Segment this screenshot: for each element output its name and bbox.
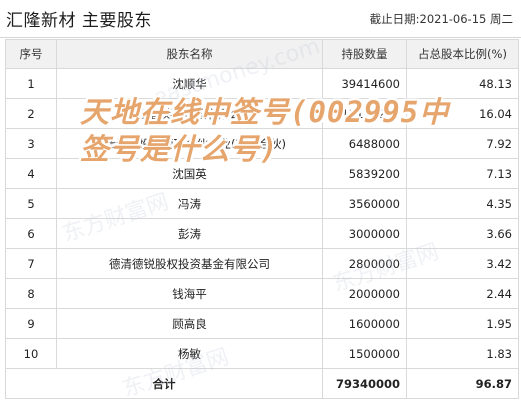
row-shares: 2000000 (322, 278, 407, 309)
row-holder-name: 德清德锐股权投资基金有限公司 (56, 248, 323, 279)
row-ratio: 7.13 (406, 158, 519, 189)
table-row: 2 浙江省英汇控股有限公司 13138200 16.04 (5, 98, 519, 129)
row-rank: 7 (5, 248, 57, 279)
row-rank: 10 (5, 338, 57, 369)
row-shares: 13138200 (322, 98, 407, 129)
table-row: 9 顾高良 1600000 1.95 (5, 308, 519, 339)
page-title: 汇隆新材 主要股东 (6, 11, 152, 31)
row-holder-name: 德清汇隆投资管理合伙企业(有限合伙) (56, 128, 323, 159)
table-row: 1 沈顺华 39414600 48.13 (5, 68, 519, 99)
row-holder-name: 沈国英 (56, 158, 323, 189)
column-header-rank: 序号 (5, 39, 57, 69)
row-ratio: 16.04 (406, 98, 519, 129)
row-ratio: 48.13 (406, 68, 519, 99)
total-label: 合计 (5, 368, 323, 399)
row-shares: 3560000 (322, 188, 407, 219)
table-row: 8 钱海平 2000000 2.44 (5, 278, 519, 309)
row-rank: 4 (5, 158, 57, 189)
table-row: 4 沈国英 5839200 7.13 (5, 158, 519, 189)
total-shares: 79340000 (322, 368, 407, 399)
row-ratio: 7.92 (406, 128, 519, 159)
row-ratio: 3.42 (406, 248, 519, 279)
row-shares: 39414600 (322, 68, 407, 99)
row-holder-name: 浙江省英汇控股有限公司 (56, 98, 323, 129)
row-ratio: 2.44 (406, 278, 519, 309)
column-header-shares: 持股数量 (322, 39, 407, 69)
total-row: 合计 79340000 96.87 (5, 368, 519, 399)
table-row: 7 德清德锐股权投资基金有限公司 2800000 3.42 (5, 248, 519, 279)
row-shares: 1600000 (322, 308, 407, 339)
row-holder-name: 钱海平 (56, 278, 323, 309)
row-rank: 6 (5, 218, 57, 249)
row-rank: 5 (5, 188, 57, 219)
shareholder-table: 序号 股东名称 持股数量 占总股本比例(%) 1 沈顺华 39414600 48… (5, 39, 519, 399)
row-rank: 8 (5, 278, 57, 309)
row-ratio: 1.95 (406, 308, 519, 339)
row-shares: 2800000 (322, 248, 407, 279)
row-rank: 1 (5, 68, 57, 99)
row-holder-name: 杨敏 (56, 338, 323, 369)
table-row: 6 彭涛 3000000 3.66 (5, 218, 519, 249)
table-row: 5 冯涛 3560000 4.35 (5, 188, 519, 219)
row-rank: 3 (5, 128, 57, 159)
row-ratio: 3.66 (406, 218, 519, 249)
row-shares: 3000000 (322, 218, 407, 249)
row-holder-name: 彭涛 (56, 218, 323, 249)
row-shares: 1500000 (322, 338, 407, 369)
column-header-name: 股东名称 (56, 39, 323, 69)
total-ratio: 96.87 (406, 368, 519, 399)
row-rank: 9 (5, 308, 57, 339)
row-holder-name: 沈顺华 (56, 68, 323, 99)
column-header-ratio: 占总股本比例(%) (406, 39, 519, 69)
table-row: 10 杨敏 1500000 1.83 (5, 338, 519, 369)
row-shares: 6488000 (322, 128, 407, 159)
table-header-row: 序号 股东名称 持股数量 占总股本比例(%) (5, 39, 519, 69)
row-holder-name: 冯涛 (56, 188, 323, 219)
row-shares: 5839200 (322, 158, 407, 189)
table-row: 3 德清汇隆投资管理合伙企业(有限合伙) 6488000 7.92 (5, 128, 519, 159)
row-ratio: 4.35 (406, 188, 519, 219)
cutoff-date: 截止日期:2021-06-15 周二 (369, 12, 513, 26)
row-ratio: 1.83 (406, 338, 519, 369)
row-rank: 2 (5, 98, 57, 129)
row-holder-name: 顾高良 (56, 308, 323, 339)
page-header: 汇隆新材 主要股东 截止日期:2021-06-15 周二 (0, 0, 521, 38)
